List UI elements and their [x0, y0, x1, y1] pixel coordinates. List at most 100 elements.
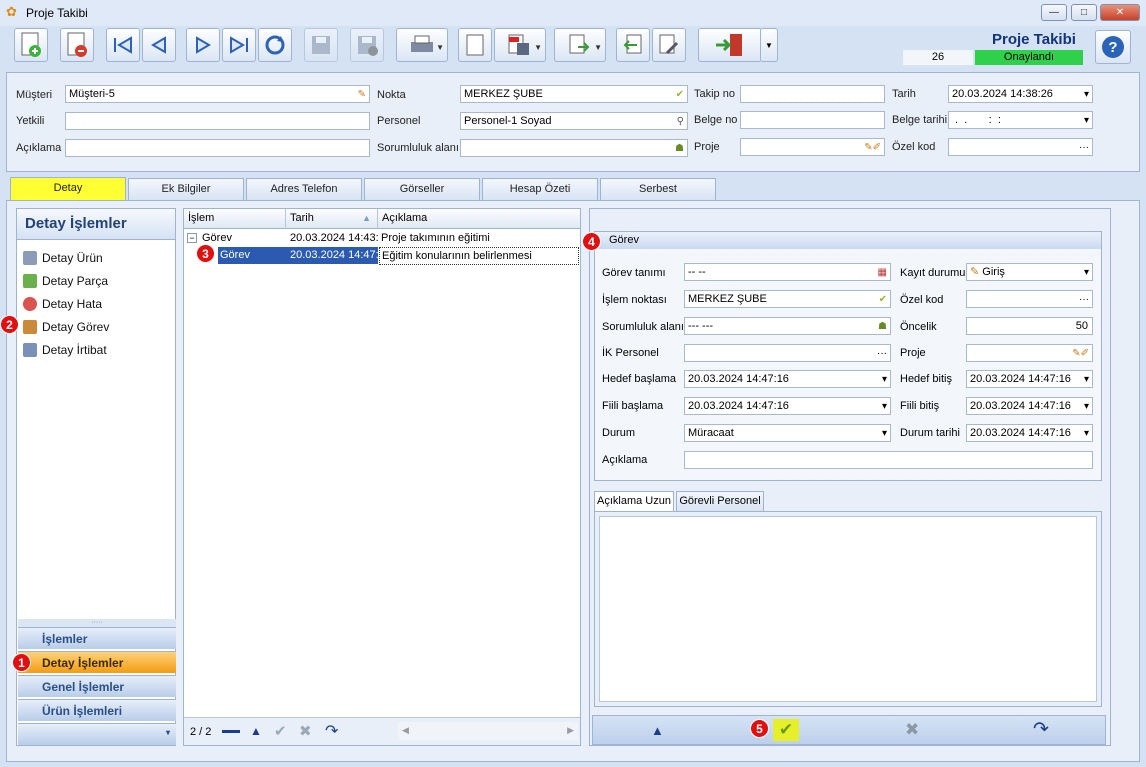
transfer-icon [569, 34, 590, 54]
sidebar-item-detay-gorev[interactable]: Detay Görev [23, 317, 109, 337]
col-tarih[interactable]: Tarih ▲ [286, 209, 378, 229]
prev-icon [151, 36, 166, 54]
task-icon [23, 320, 37, 334]
durum-label: Durum [602, 427, 636, 439]
sidebar-item-detay-urun[interactable]: Detay Ürün [23, 248, 103, 268]
splitter-handle[interactable]: ····· [18, 619, 176, 627]
oncelik-field[interactable]: 50 [966, 317, 1093, 335]
tab-hesap-ozeti[interactable]: Hesap Özeti [482, 178, 598, 200]
help-button[interactable]: ? [1095, 30, 1131, 64]
proje-field[interactable]: ✎✐ [740, 138, 885, 156]
col-islem[interactable]: İşlem [184, 209, 286, 229]
aciklama-uzun-textarea[interactable] [599, 516, 1097, 702]
hedef-bitis-field[interactable]: 20.03.2024 14:47:16 ▾ [966, 370, 1093, 388]
nav-overflow-button[interactable]: ▾ [18, 723, 176, 745]
remove-icon[interactable] [222, 730, 240, 733]
table-row-selected[interactable]: Görev 20.03.2024 14:47: Eğitim konuların… [184, 247, 580, 265]
import-button[interactable] [616, 28, 650, 62]
sorumluluk-label: Sorumluluk alanı [377, 142, 459, 154]
nav-urun-islemleri[interactable]: Ürün İşlemleri [18, 699, 176, 721]
dropdown-arrow-icon: ▾ [1083, 89, 1089, 100]
sorumluluk-alani-field[interactable]: --- --- ☗ [684, 317, 891, 335]
sorumluluk-field[interactable]: ☗ [460, 139, 688, 157]
last-record-button[interactable] [222, 28, 256, 62]
annotation-badge: 5 [750, 719, 769, 738]
cancel-icon[interactable]: ✖ [299, 722, 312, 740]
new-record-button[interactable] [14, 28, 48, 62]
ozel-kod-detail-field[interactable]: ··· [966, 290, 1093, 308]
tab-gorseller[interactable]: Görseller [364, 178, 480, 200]
tab-adres-telefon[interactable]: Adres Telefon [246, 178, 362, 200]
redo-icon[interactable]: ↷ [325, 721, 338, 741]
next-record-button[interactable] [186, 28, 220, 62]
print-button[interactable]: ▼ [396, 28, 448, 62]
ik-personel-field[interactable]: ··· [684, 344, 891, 362]
delete-record-button[interactable] [60, 28, 94, 62]
tarih-field[interactable]: 20.03.2024 14:38:26 ▾ [948, 85, 1093, 103]
personel-field[interactable]: Personel-1 Soyad ⚲ [460, 112, 688, 130]
horizontal-scrollbar[interactable]: ◀ ▶ [398, 722, 578, 740]
tab-ek-bilgiler[interactable]: Ek Bilgiler [128, 178, 244, 200]
dropdown-arrow-icon: ▾ [881, 401, 887, 412]
col-aciklama[interactable]: Açıklama [378, 209, 580, 229]
tab-detay[interactable]: Detay [10, 177, 126, 201]
settings-button[interactable] [652, 28, 686, 62]
tab-gorevli-personel[interactable]: Görevli Personel [676, 491, 764, 511]
confirm-icon[interactable]: ✔ [773, 719, 799, 741]
tab-serbest[interactable]: Serbest [600, 178, 716, 200]
proje-detail-field[interactable]: ✎✐ [966, 344, 1093, 362]
sort-asc-icon: ▲ [362, 213, 371, 223]
fiili-bitis-field[interactable]: 20.03.2024 14:47:16 ▾ [966, 397, 1093, 415]
belge-tarihi-field[interactable]: . . : : ▾ [948, 111, 1093, 129]
nav-detay-islemler[interactable]: Detay İşlemler [18, 651, 176, 673]
redo-icon[interactable]: ↷ [1033, 718, 1049, 741]
minimize-button[interactable]: — [1041, 4, 1067, 21]
hedef-baslama-value: 20.03.2024 14:47:16 [688, 373, 789, 385]
close-button[interactable]: ✕ [1100, 4, 1140, 21]
tab-aciklama-uzun[interactable]: Açıklama Uzun [594, 491, 674, 511]
islem-noktasi-field[interactable]: MERKEZ ŞUBE ✔ [684, 290, 891, 308]
first-record-button[interactable] [106, 28, 140, 62]
up-arrow-icon[interactable]: ▲ [250, 724, 262, 738]
refresh-button[interactable] [258, 28, 292, 62]
cell-tarih: 20.03.2024 14:47: [290, 249, 378, 261]
nav-islemler[interactable]: İşlemler [18, 627, 176, 649]
fiili-baslama-field[interactable]: 20.03.2024 14:47:16 ▾ [684, 397, 891, 415]
cancel-save-button[interactable] [350, 28, 384, 62]
durum-field[interactable]: Müracaat ▾ [684, 424, 891, 442]
nav-genel-islemler[interactable]: Genel İşlemler [18, 675, 176, 697]
aciklama-detail-field[interactable] [684, 451, 1093, 469]
sidebar-item-detay-parca[interactable]: Detay Parça [23, 271, 108, 291]
belge-field[interactable] [740, 111, 885, 129]
takip-field[interactable] [740, 85, 885, 103]
hedef-baslama-field[interactable]: 20.03.2024 14:47:16 ▾ [684, 370, 891, 388]
contact-icon [23, 343, 37, 357]
nokta-field[interactable]: MERKEZ ŞUBE ✔ [460, 85, 688, 103]
kayit-durumu-field[interactable]: ✎ Giriş ▾ [966, 263, 1093, 281]
transfer-button[interactable]: ▼ [554, 28, 606, 62]
gorev-tanimi-field[interactable]: -- -- ▦ [684, 263, 891, 281]
prev-record-button[interactable] [142, 28, 176, 62]
maximize-button[interactable]: □ [1071, 4, 1097, 21]
up-arrow-icon[interactable]: ▲ [651, 723, 664, 738]
fiili-bitis-label: Fiili bitiş [900, 400, 940, 412]
aciklama-field[interactable] [65, 139, 370, 157]
save-button[interactable] [304, 28, 338, 62]
next-icon [196, 36, 211, 54]
table-row[interactable]: − Görev 20.03.2024 14:43: Proje takımını… [184, 230, 580, 247]
confirm-icon[interactable]: ✔ [274, 722, 287, 740]
collapse-icon[interactable]: − [187, 233, 197, 243]
sidebar-item-detay-hata[interactable]: Detay Hata [23, 294, 102, 314]
cancel-icon[interactable]: ✖ [905, 720, 919, 740]
musteri-field[interactable]: Müşteri-5 ✎ [65, 85, 370, 103]
ozel-kod-field[interactable]: ··· [948, 138, 1093, 156]
cell-aciklama: Proje takımının eğitimi [381, 232, 490, 244]
sidebar-item-detay-irtibat[interactable]: Detay İrtibat [23, 340, 107, 360]
durum-tarihi-field[interactable]: 20.03.2024 14:47:16 ▾ [966, 424, 1093, 442]
edit-icon: ✎ [970, 266, 983, 278]
attach-button[interactable] [458, 28, 492, 62]
exit-button[interactable] [698, 28, 762, 62]
yetkili-field[interactable] [65, 112, 370, 130]
exit-dropdown-button[interactable]: ▼ [760, 28, 778, 62]
pdf-export-button[interactable]: ▼ [494, 28, 546, 62]
